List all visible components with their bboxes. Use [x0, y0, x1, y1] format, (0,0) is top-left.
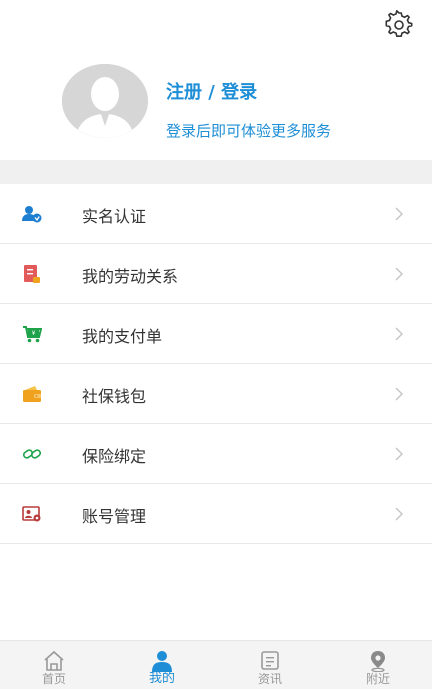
chevron-right-icon	[395, 507, 403, 521]
news-icon	[258, 650, 282, 672]
chevron-right-icon	[395, 447, 403, 461]
menu-item-label: 实名认证	[82, 207, 147, 226]
wallet-icon	[22, 384, 42, 404]
chevron-right-icon	[395, 327, 403, 341]
chevron-right-icon	[395, 207, 403, 221]
contract-icon	[22, 264, 42, 284]
profile-header: 注册 / 登录 登录后即可体验更多服务	[0, 0, 432, 160]
chevron-right-icon	[395, 267, 403, 281]
tab-mine[interactable]: 我的	[108, 641, 216, 689]
menu-item-real-name-auth[interactable]: 实名认证	[0, 184, 432, 244]
menu-item-label: 我的劳动关系	[82, 267, 179, 286]
login-register-link[interactable]: 注册 / 登录	[166, 78, 257, 104]
settings-gear-icon[interactable]	[382, 8, 416, 42]
bottom-tab-bar: 首页 我的 资讯 附近	[0, 640, 432, 689]
menu-item-labor-relation[interactable]: 我的劳动关系	[0, 244, 432, 304]
menu-item-insurance-binding[interactable]: 保险绑定	[0, 424, 432, 484]
payment-cart-icon: ¥	[22, 324, 42, 344]
svg-text:¥: ¥	[32, 330, 36, 337]
person-icon	[150, 650, 174, 672]
menu-item-label: 保险绑定	[82, 447, 147, 466]
home-icon	[42, 650, 66, 672]
tab-label: 资讯	[257, 672, 282, 686]
tab-news[interactable]: 资讯	[216, 641, 324, 689]
section-divider	[0, 160, 432, 184]
link-icon	[22, 444, 42, 464]
avatar[interactable]	[62, 64, 148, 138]
tab-home[interactable]: 首页	[0, 641, 108, 689]
menu-item-label: 账号管理	[82, 507, 147, 526]
user-verify-icon	[22, 204, 42, 224]
menu-item-label: 社保钱包	[82, 387, 147, 406]
id-card-icon	[22, 504, 42, 524]
tab-nearby[interactable]: 附近	[324, 641, 432, 689]
menu-list: 实名认证 我的劳动关系 ¥ 我的支付单 社保钱包 保险绑定 账号管理	[0, 184, 432, 544]
chevron-right-icon	[395, 387, 403, 401]
location-icon	[366, 650, 390, 672]
menu-item-label: 我的支付单	[82, 327, 163, 346]
tab-label: 我的	[148, 671, 175, 686]
menu-item-account-management[interactable]: 账号管理	[0, 484, 432, 544]
login-hint-text: 登录后即可体验更多服务	[166, 122, 332, 140]
tab-label: 附近	[365, 672, 390, 686]
tab-label: 首页	[41, 672, 66, 686]
menu-item-payment-order[interactable]: ¥ 我的支付单	[0, 304, 432, 364]
menu-item-social-security-wallet[interactable]: 社保钱包	[0, 364, 432, 424]
